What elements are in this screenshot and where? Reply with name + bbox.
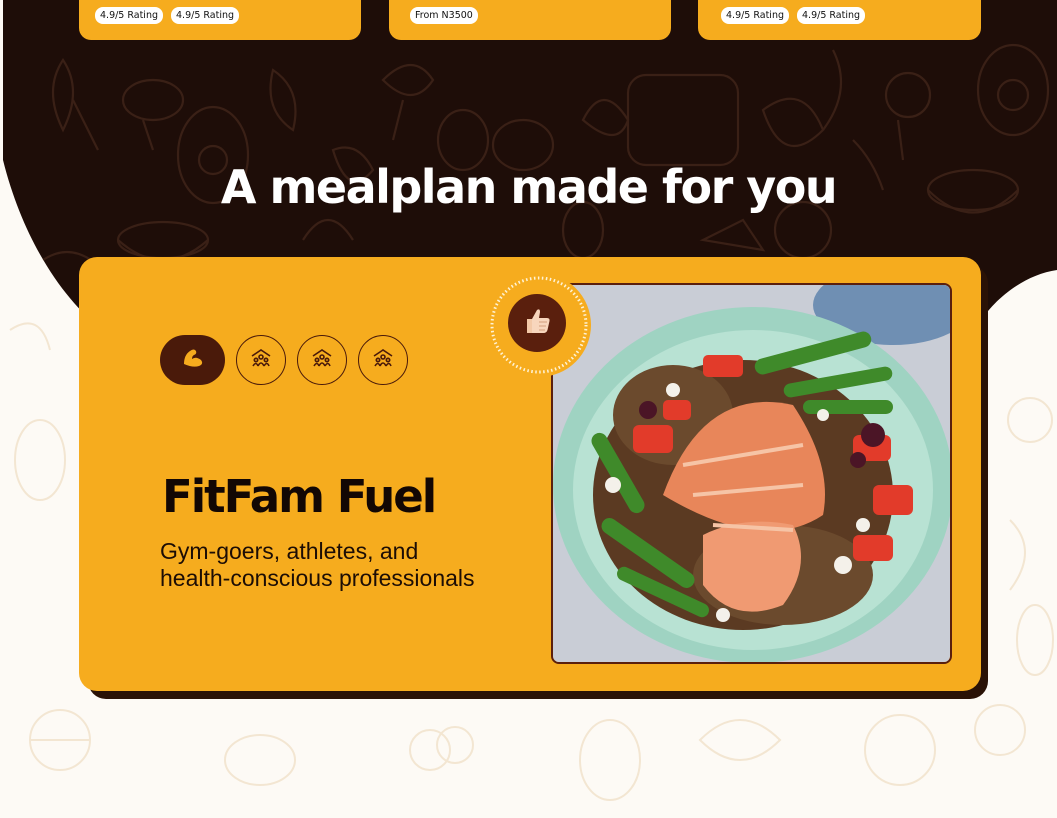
section-heading: A mealplan made for you xyxy=(220,160,838,214)
rating-badge: 4.9/5 Rating xyxy=(171,7,240,24)
price-badge: From N3500 xyxy=(410,7,478,24)
mealplan-photo xyxy=(551,283,952,664)
thumbs-up-badge xyxy=(508,294,566,352)
category-icon-row xyxy=(160,335,408,385)
rating-badge: 4.9/5 Rating xyxy=(95,7,164,24)
category-group-button[interactable] xyxy=(297,335,347,385)
group-icon xyxy=(372,348,394,373)
rating-badge: 4.9/5 Rating xyxy=(721,7,790,24)
group-icon xyxy=(250,348,272,373)
rating-badge: 4.9/5 Rating xyxy=(797,7,866,24)
flexed-biceps-icon xyxy=(180,346,206,375)
category-group-button[interactable] xyxy=(358,335,408,385)
plan-card-2[interactable]: From N3500 xyxy=(389,0,671,40)
plan-card-3[interactable]: 4.9/5 Rating 4.9/5 Rating xyxy=(698,0,981,40)
group-icon xyxy=(311,348,333,373)
category-fitness-button[interactable] xyxy=(160,335,225,385)
thumbs-up-icon xyxy=(521,305,553,342)
mealplan-description: Gym-goers, athletes, and health-consciou… xyxy=(160,538,475,591)
plan-card-1[interactable]: 4.9/5 Rating 4.9/5 Rating xyxy=(79,0,361,40)
category-group-button[interactable] xyxy=(236,335,286,385)
mealplan-title: FitFam Fuel xyxy=(162,470,437,523)
